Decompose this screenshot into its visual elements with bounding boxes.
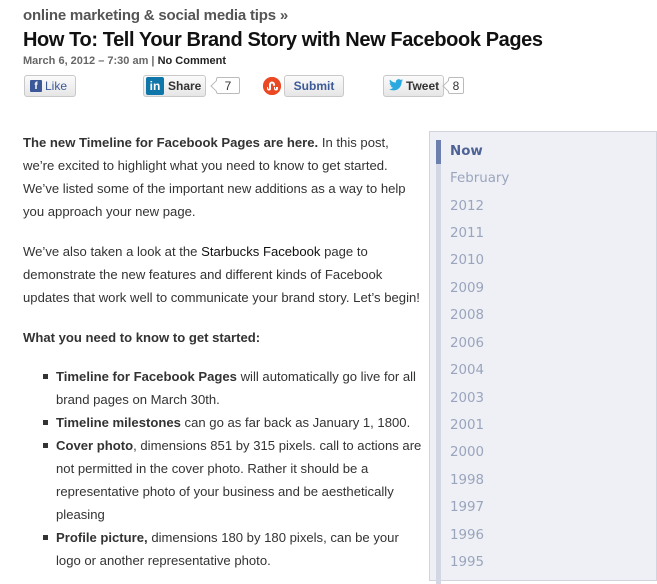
timeline-item-2010[interactable]: 2010 [450,253,484,268]
timeline-item-1997[interactable]: 1997 [450,500,484,515]
second-paragraph: We’ve also taken a look at the Starbucks… [23,240,423,309]
linkedin-icon: in [146,77,164,95]
list-item-bold: Profile picture, [56,530,148,545]
facebook-icon: f [30,80,42,92]
section-heading: What you need to know to get started: [23,330,261,345]
timeline-item-1995[interactable]: 1995 [450,555,484,570]
twitter-tweet-count: 8 [448,77,464,94]
timeline-item-2004[interactable]: 2004 [450,363,484,378]
timeline-item-1996[interactable]: 1996 [450,528,484,543]
timeline-item-february[interactable]: February [450,171,509,186]
facebook-like-button[interactable]: f Like [24,75,76,97]
article-body: The new Timeline for Facebook Pages are … [23,131,423,572]
intro-bold: The new Timeline for Facebook Pages are … [23,135,319,150]
category-link[interactable]: online marketing & social media tips » [23,7,288,24]
timeline-item-2006[interactable]: 2006 [450,336,484,351]
linkedin-share-count: 7 [216,77,240,94]
intro-paragraph: The new Timeline for Facebook Pages are … [23,131,423,223]
timeline-item-2003[interactable]: 2003 [450,391,484,406]
linkedin-share-label: Share [168,79,202,93]
timeline-item-2001[interactable]: 2001 [450,418,484,433]
timeline-item-2011[interactable]: 2011 [450,226,484,241]
timeline-rail [436,164,441,584]
stumbleupon-submit-button[interactable]: Submit [284,75,344,97]
timeline-item-2000[interactable]: 2000 [450,445,484,460]
timeline-item-2012[interactable]: 2012 [450,199,484,214]
facebook-like-label: Like [45,79,68,93]
list-item: Profile picture, dimensions 180 by 180 p… [43,526,423,572]
starbucks-facebook-link[interactable]: Starbucks Facebook [201,244,320,259]
twitter-tweet-label: Tweet [406,79,440,93]
list-item: Timeline milestones can go as far back a… [43,411,423,434]
second-paragraph-text-a: We’ve also taken a look at the [23,244,202,259]
comments-link[interactable]: No Comment [158,55,226,67]
meta-separator: | [151,55,155,67]
timeline-item-2009[interactable]: 2009 [450,281,484,296]
list-item-bold: Cover photo [56,438,134,453]
timeline-item-now[interactable]: Now [450,144,483,159]
post-title[interactable]: How To: Tell Your Brand Story with New F… [23,29,643,52]
list-item: Cover photo, dimensions 851 by 315 pixel… [43,434,423,526]
features-list: Timeline for Facebook Pages will automat… [23,365,423,572]
post-date: March 6, 2012 – 7:30 am [23,55,149,67]
stumbleupon-icon[interactable] [263,77,281,95]
timeline-active-indicator [436,140,441,164]
list-item-bold: Timeline milestones [56,415,181,430]
timeline-item-1998[interactable]: 1998 [450,473,484,488]
list-item-text: can go as far back as January 1, 1800. [180,415,411,430]
timeline-item-2008[interactable]: 2008 [450,308,484,323]
list-item: Timeline for Facebook Pages will automat… [43,365,423,411]
twitter-bird-icon [389,78,403,94]
twitter-tweet-button[interactable]: Tweet [383,75,444,97]
linkedin-share-button[interactable]: in Share [143,75,206,97]
list-item-bold: Timeline for Facebook Pages [56,369,237,384]
post-meta: March 6, 2012 – 7:30 am | No Comment [23,55,226,67]
share-bar: f Like in Share 7 Submit Tweet 8 [0,75,657,99]
